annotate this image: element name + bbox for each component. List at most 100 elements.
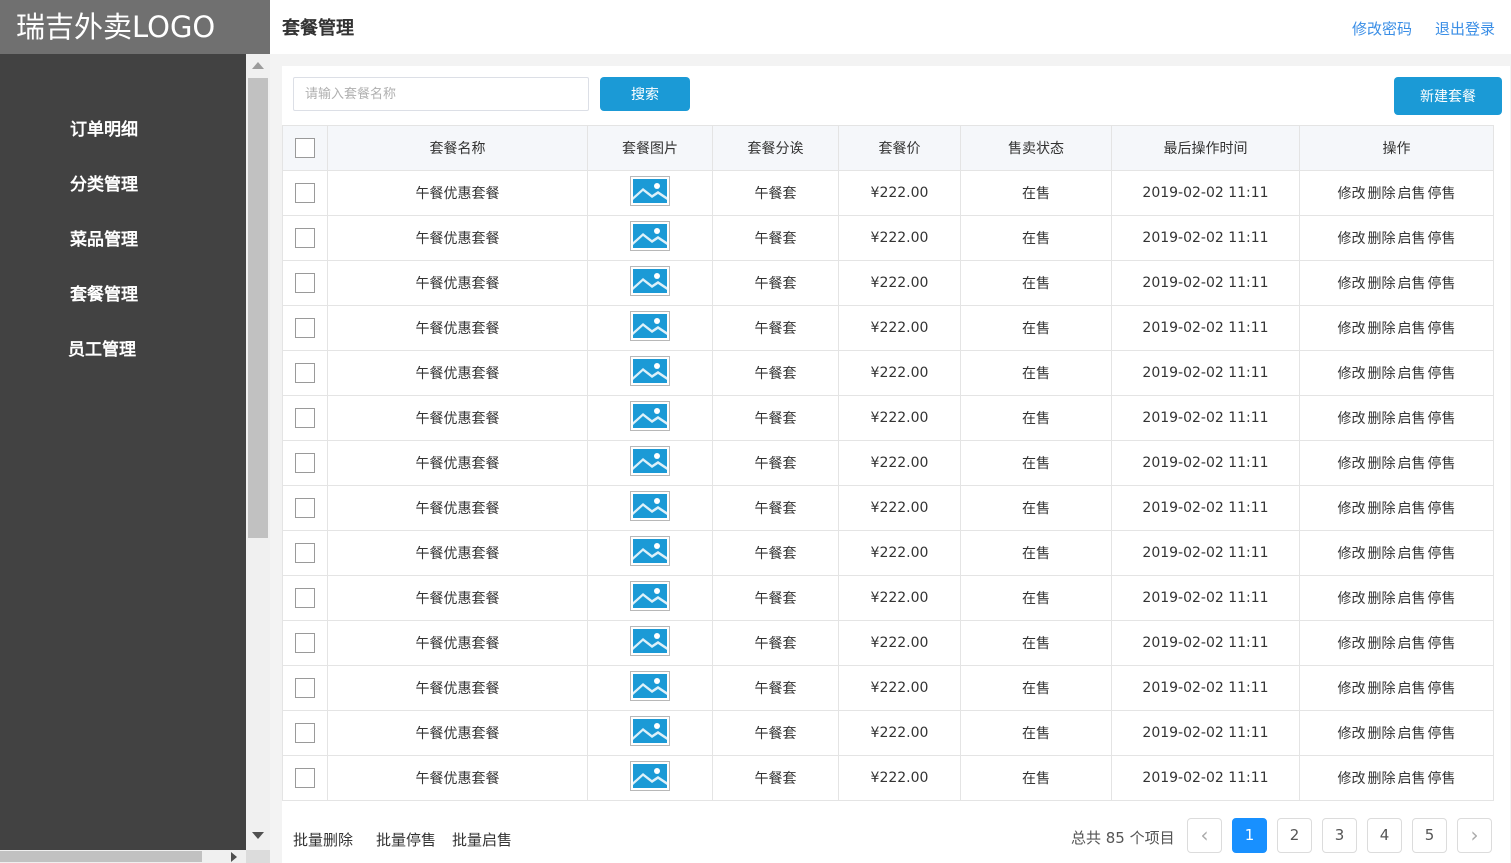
row-action-edit-link[interactable]: 修改	[1338, 321, 1366, 337]
horizontal-scroll-thumb[interactable]	[0, 851, 202, 862]
row-action-edit-link[interactable]: 修改	[1338, 411, 1366, 427]
horizontal-scrollbar[interactable]	[0, 850, 246, 863]
row-action-stop-link[interactable]: 停售	[1428, 501, 1456, 517]
row-checkbox[interactable]	[295, 633, 315, 653]
row-action-edit-link[interactable]: 修改	[1338, 636, 1366, 652]
row-action-edit-link[interactable]: 修改	[1338, 726, 1366, 742]
cell-image	[587, 620, 713, 666]
row-action-edit-link[interactable]: 修改	[1338, 591, 1366, 607]
row-action-delete-link[interactable]: 删除	[1368, 321, 1396, 337]
cell-category: 午餐套	[712, 260, 839, 306]
row-action-start-link[interactable]: 启售	[1398, 186, 1426, 202]
row-checkbox[interactable]	[295, 768, 315, 788]
scroll-right-arrow-icon[interactable]	[231, 852, 237, 862]
page-4-button[interactable]: 4	[1367, 818, 1402, 853]
row-action-delete-link[interactable]: 删除	[1368, 771, 1396, 787]
scroll-down-arrow-icon[interactable]	[252, 832, 264, 839]
change-password-link[interactable]: 修改密码	[1352, 18, 1412, 39]
row-checkbox[interactable]	[295, 723, 315, 743]
row-action-delete-link[interactable]: 删除	[1368, 231, 1396, 247]
search-button[interactable]: 搜索	[600, 77, 690, 111]
select-all-checkbox[interactable]	[295, 138, 315, 158]
page-2-button[interactable]: 2	[1277, 818, 1312, 853]
row-checkbox[interactable]	[295, 408, 315, 428]
vertical-scroll-thumb[interactable]	[248, 78, 268, 538]
row-action-start-link[interactable]: 启售	[1398, 636, 1426, 652]
row-action-start-link[interactable]: 启售	[1398, 456, 1426, 472]
sidebar-item-employees[interactable]: 员工管理	[68, 335, 136, 360]
row-action-start-link[interactable]: 启售	[1398, 771, 1426, 787]
row-action-stop-link[interactable]: 停售	[1428, 231, 1456, 247]
batch-start-button[interactable]: 批量启售	[452, 829, 512, 850]
batch-stop-button[interactable]: 批量停售	[376, 829, 436, 850]
row-action-edit-link[interactable]: 修改	[1338, 546, 1366, 562]
row-action-delete-link[interactable]: 删除	[1368, 366, 1396, 382]
row-action-delete-link[interactable]: 删除	[1368, 546, 1396, 562]
row-action-stop-link[interactable]: 停售	[1428, 771, 1456, 787]
row-action-delete-link[interactable]: 删除	[1368, 411, 1396, 427]
row-action-delete-link[interactable]: 删除	[1368, 186, 1396, 202]
sidebar-item-dishes[interactable]: 菜品管理	[70, 225, 138, 250]
row-checkbox[interactable]	[295, 543, 315, 563]
row-checkbox[interactable]	[295, 318, 315, 338]
row-action-stop-link[interactable]: 停售	[1428, 456, 1456, 472]
row-action-delete-link[interactable]: 删除	[1368, 636, 1396, 652]
row-action-start-link[interactable]: 启售	[1398, 231, 1426, 247]
row-action-start-link[interactable]: 启售	[1398, 276, 1426, 292]
new-setmeal-button[interactable]: 新建套餐	[1394, 77, 1502, 115]
row-action-start-link[interactable]: 启售	[1398, 321, 1426, 337]
sidebar-item-orders[interactable]: 订单明细	[70, 115, 138, 140]
row-action-stop-link[interactable]: 停售	[1428, 321, 1456, 337]
row-action-edit-link[interactable]: 修改	[1338, 366, 1366, 382]
row-action-stop-link[interactable]: 停售	[1428, 636, 1456, 652]
row-checkbox[interactable]	[295, 183, 315, 203]
page-1-button[interactable]: 1	[1232, 818, 1267, 853]
row-action-edit-link[interactable]: 修改	[1338, 456, 1366, 472]
page-3-button[interactable]: 3	[1322, 818, 1357, 853]
row-action-delete-link[interactable]: 删除	[1368, 591, 1396, 607]
row-action-stop-link[interactable]: 停售	[1428, 681, 1456, 697]
row-checkbox[interactable]	[295, 228, 315, 248]
vertical-scrollbar[interactable]	[246, 54, 270, 850]
batch-delete-button[interactable]: 批量删除	[293, 829, 353, 850]
row-action-stop-link[interactable]: 停售	[1428, 726, 1456, 742]
row-checkbox[interactable]	[295, 363, 315, 383]
row-action-delete-link[interactable]: 删除	[1368, 501, 1396, 517]
row-checkbox[interactable]	[295, 588, 315, 608]
row-action-stop-link[interactable]: 停售	[1428, 591, 1456, 607]
logout-link[interactable]: 退出登录	[1435, 18, 1495, 39]
row-action-delete-link[interactable]: 删除	[1368, 456, 1396, 472]
row-action-edit-link[interactable]: 修改	[1338, 231, 1366, 247]
next-page-button[interactable]: ›	[1457, 818, 1492, 853]
page-5-button[interactable]: 5	[1412, 818, 1447, 853]
row-action-edit-link[interactable]: 修改	[1338, 501, 1366, 517]
row-checkbox[interactable]	[295, 678, 315, 698]
row-action-stop-link[interactable]: 停售	[1428, 186, 1456, 202]
row-action-stop-link[interactable]: 停售	[1428, 276, 1456, 292]
row-action-start-link[interactable]: 启售	[1398, 591, 1426, 607]
row-action-edit-link[interactable]: 修改	[1338, 771, 1366, 787]
row-action-start-link[interactable]: 启售	[1398, 681, 1426, 697]
scroll-up-arrow-icon[interactable]	[252, 62, 264, 69]
row-action-edit-link[interactable]: 修改	[1338, 276, 1366, 292]
sidebar-item-setmeals[interactable]: 套餐管理	[70, 280, 138, 305]
row-action-delete-link[interactable]: 删除	[1368, 681, 1396, 697]
prev-page-button[interactable]: ‹	[1187, 818, 1222, 853]
row-action-delete-link[interactable]: 删除	[1368, 726, 1396, 742]
row-action-stop-link[interactable]: 停售	[1428, 411, 1456, 427]
row-checkbox[interactable]	[295, 273, 315, 293]
row-action-stop-link[interactable]: 停售	[1428, 546, 1456, 562]
row-action-delete-link[interactable]: 删除	[1368, 276, 1396, 292]
row-action-start-link[interactable]: 启售	[1398, 501, 1426, 517]
search-input[interactable]	[293, 77, 589, 111]
row-checkbox[interactable]	[295, 498, 315, 518]
row-action-start-link[interactable]: 启售	[1398, 411, 1426, 427]
sidebar-item-categories[interactable]: 分类管理	[70, 170, 138, 195]
row-action-edit-link[interactable]: 修改	[1338, 681, 1366, 697]
row-action-stop-link[interactable]: 停售	[1428, 366, 1456, 382]
row-action-start-link[interactable]: 启售	[1398, 726, 1426, 742]
row-action-edit-link[interactable]: 修改	[1338, 186, 1366, 202]
row-checkbox[interactable]	[295, 453, 315, 473]
row-action-start-link[interactable]: 启售	[1398, 546, 1426, 562]
row-action-start-link[interactable]: 启售	[1398, 366, 1426, 382]
